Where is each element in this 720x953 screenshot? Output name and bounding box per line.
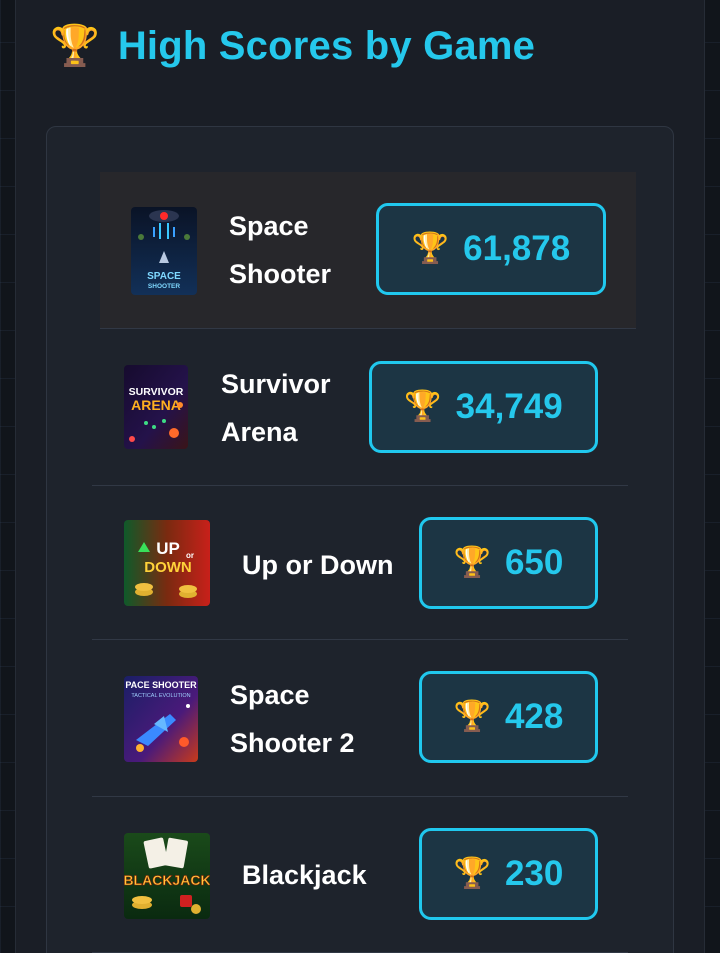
game-row-up-or-down[interactable]: UP or DOWN Up or Down 🏆 650 [92,486,628,640]
game-name: Blackjack [242,860,367,890]
page-title: High Scores by Game [117,23,536,68]
score-badge: 🏆 34,749 [369,361,598,453]
thumb-text: SHOOTER [148,283,180,290]
game-row-survivor-arena[interactable]: SURVIVOR ARENA Survivor Arena 🏆 34,749 [92,329,628,486]
score-value: 34,749 [455,387,563,426]
thumb-text: TACTICAL EVOLUTION [131,693,190,699]
scores-card: SPACE SHOOTER Space Shooter 🏆 61,878 SUR… [46,126,674,953]
trophy-icon: 🏆 [453,700,491,733]
survivor-arena-thumbnail: SURVIVOR ARENA [124,365,188,449]
score-value: 650 [504,543,564,582]
space-shooter-2-thumbnail: PACE SHOOTER TACTICAL EVOLUTION [124,676,198,762]
thumb-text: BLACKJACK [124,872,210,888]
thumb-text: ARENA [131,397,181,413]
thumb-text: SPACE [147,271,181,282]
thumb-text: UP [156,539,180,558]
blackjack-thumbnail: BLACKJACK [124,833,210,919]
space-shooter-thumbnail: SPACE SHOOTER [131,207,197,295]
trophy-icon: 🏆 [453,546,491,579]
score-value: 230 [504,854,564,893]
game-row-blackjack[interactable]: BLACKJACK Blackjack 🏆 230 [92,797,628,953]
score-badge: 🏆 650 [419,517,598,609]
up-or-down-thumbnail: UP or DOWN [124,520,210,606]
thumb-text: PACE SHOOTER [125,680,197,690]
thumb-text: DOWN [144,559,192,576]
game-row-space-shooter-2[interactable]: PACE SHOOTER TACTICAL EVOLUTION Space Sh… [92,640,628,797]
trophy-icon: 🏆 [50,24,100,68]
game-name: Survivor Arena [221,369,331,447]
trophy-icon: 🏆 [404,390,442,423]
score-badge: 🏆 61,878 [376,203,606,295]
score-badge: 🏆 428 [419,671,598,763]
score-badge: 🏆 230 [419,828,598,920]
score-value: 61,878 [463,229,571,268]
game-row-space-shooter[interactable]: SPACE SHOOTER Space Shooter 🏆 61,878 [100,172,636,329]
score-value: 428 [504,697,564,736]
game-name: Up or Down [242,550,394,580]
page-header: 🏆 High Scores by Game [50,18,535,74]
game-name: Space Shooter [229,211,332,289]
trophy-icon: 🏆 [411,232,450,265]
game-name: Space Shooter 2 [230,680,355,758]
trophy-icon: 🏆 [453,857,491,890]
